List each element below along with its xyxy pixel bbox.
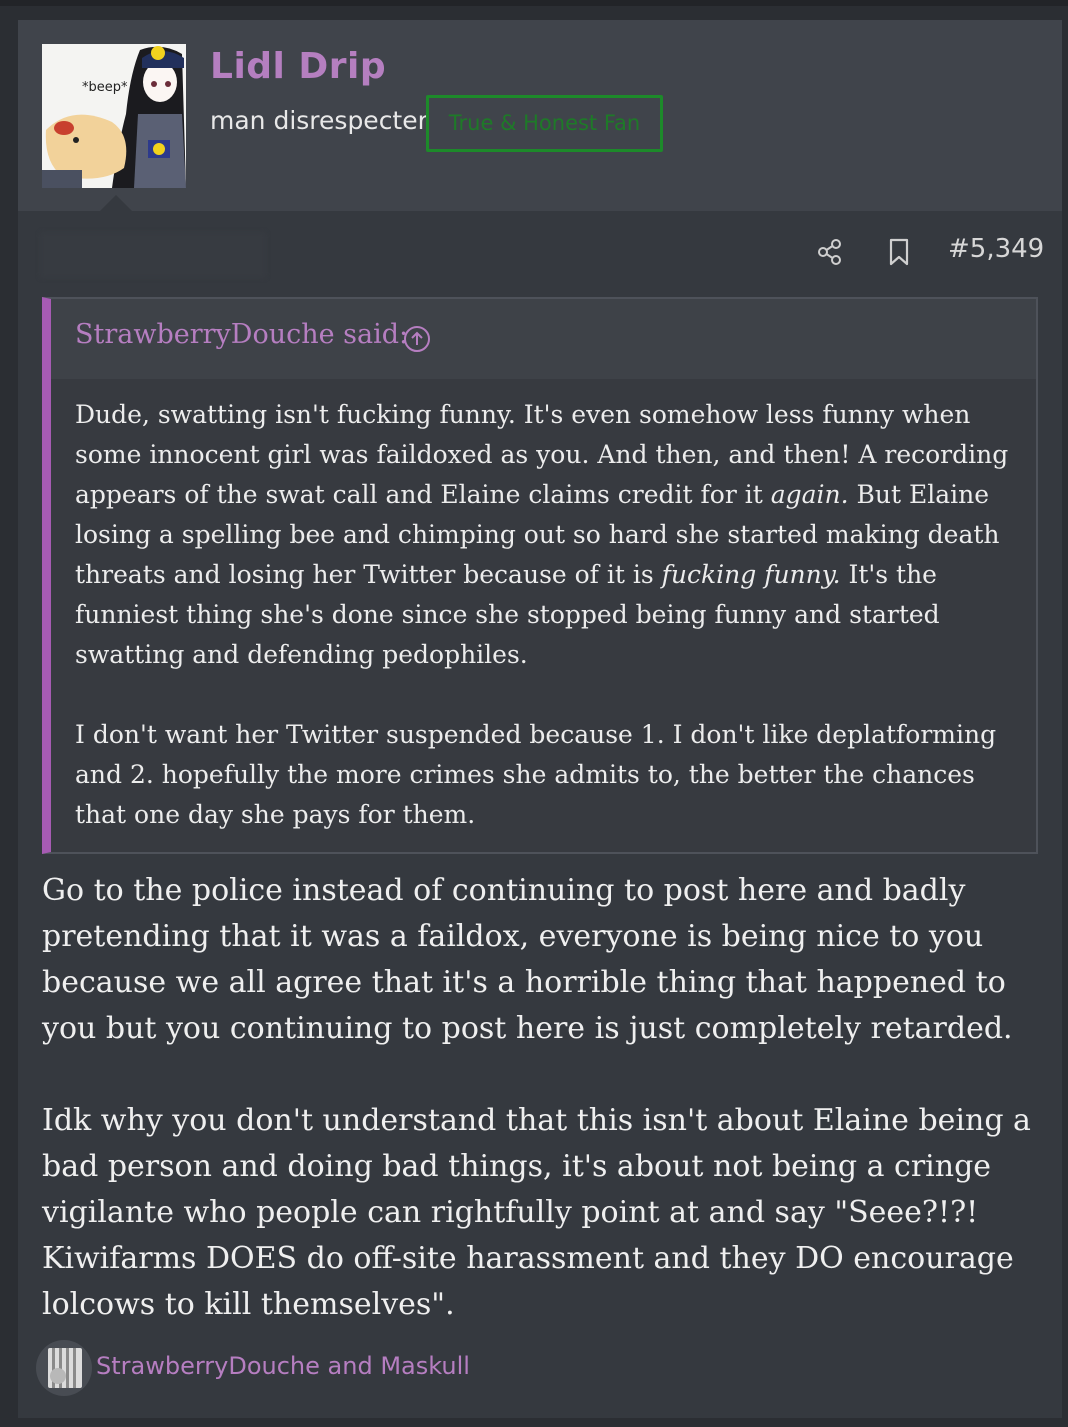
avatar-caret — [100, 195, 132, 211]
bottom-edge — [0, 1418, 1068, 1427]
user-title: man disrespecter — [210, 106, 428, 135]
quote-emphasis: fucking funny. — [661, 560, 841, 589]
arrow-up-circle-icon[interactable] — [403, 325, 431, 353]
quote-paragraph: I don't want her Twitter suspended becau… — [75, 720, 997, 829]
reaction-users[interactable]: StrawberryDouche and Maskull — [96, 1352, 470, 1380]
post-body: Go to the police instead of continuing t… — [42, 868, 1042, 1328]
post-number-link[interactable]: #5,349 — [948, 234, 1044, 264]
prison-bars-icon — [36, 1340, 92, 1396]
top-edge — [0, 0, 1068, 6]
quote-author-link[interactable]: StrawberryDouche said: — [75, 319, 408, 350]
quote-paragraph: Dude, swatting isn't fucking funny. It's… — [75, 395, 1015, 675]
post-date-obscured — [40, 232, 266, 278]
bookmark-icon[interactable] — [888, 238, 910, 266]
share-icon[interactable] — [816, 238, 844, 266]
quote-header: StrawberryDouche said: — [51, 299, 1036, 379]
reactions-bar[interactable]: StrawberryDouche and Maskull — [36, 1340, 536, 1396]
post-paragraph: Idk why you don't understand that this i… — [42, 1103, 1031, 1322]
quote-body: Dude, swatting isn't fucking funny. It's… — [75, 395, 1015, 835]
quote-block: StrawberryDouche said: Dude, swatting is… — [42, 297, 1038, 854]
avatar[interactable]: *beep* — [42, 44, 186, 188]
forum-post: *beep* Lidl Drip man disrespecter True &… — [18, 20, 1062, 1420]
quote-emphasis: again. — [770, 480, 849, 509]
post-paragraph: Go to the police instead of continuing t… — [42, 873, 1013, 1046]
user-banner: True & Honest Fan — [426, 95, 663, 152]
avatar-caption: *beep* — [82, 80, 128, 95]
username[interactable]: Lidl Drip — [210, 46, 386, 87]
post-user-header: *beep* Lidl Drip man disrespecter True &… — [18, 20, 1062, 211]
avatar-image — [42, 44, 186, 188]
